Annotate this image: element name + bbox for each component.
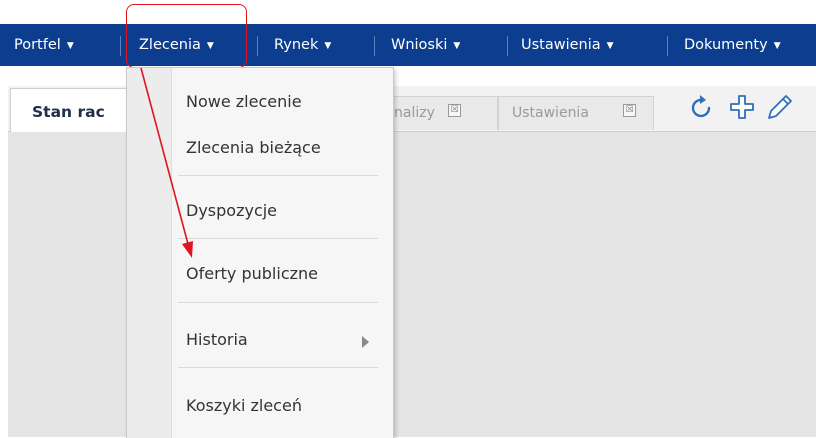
nav-item-label: Ustawienia: [521, 37, 601, 53]
menu-separator: [178, 238, 378, 239]
nav-separator: [120, 36, 121, 56]
close-icon[interactable]: ☒: [623, 104, 636, 117]
tab-label: nalizy: [394, 105, 435, 121]
menu-item-historia[interactable]: Historia: [186, 330, 248, 349]
menu-item-koszyki-zlecen[interactable]: Koszyki zleceń: [186, 396, 302, 415]
menu-item-dyspozycje[interactable]: Dyspozycje: [186, 201, 277, 220]
nav-item-dokumenty[interactable]: Dokumenty ▼: [684, 24, 781, 66]
chevron-down-icon: ▼: [606, 41, 614, 51]
menu-separator: [178, 175, 378, 176]
nav-item-ustawienia[interactable]: Ustawienia ▼: [521, 24, 614, 66]
chevron-down-icon: ▼: [773, 41, 781, 51]
active-menu-highlight: [126, 4, 247, 68]
chevron-down-icon: ▼: [324, 41, 332, 51]
tab-label: Ustawienia: [512, 105, 589, 121]
nav-item-label: Dokumenty: [684, 37, 768, 53]
menu-item-oferty-publiczne[interactable]: Oferty publiczne: [186, 264, 318, 283]
nav-separator: [667, 36, 668, 56]
nav-item-wnioski[interactable]: Wnioski ▼: [391, 24, 460, 66]
menu-item-zlecenia-biezace[interactable]: Zlecenia bieżące: [186, 138, 321, 157]
refresh-icon[interactable]: [687, 92, 717, 122]
menu-separator: [178, 367, 378, 368]
close-icon[interactable]: ☒: [448, 104, 461, 117]
nav-item-label: Rynek: [274, 37, 319, 53]
nav-separator: [257, 36, 258, 56]
menu-separator: [178, 302, 378, 303]
submenu-arrow-icon: [362, 336, 369, 348]
nav-item-portfel[interactable]: Portfel ▼: [14, 24, 74, 66]
nav-separator: [507, 36, 508, 56]
nav-item-label: Portfel: [14, 37, 61, 53]
nav-item-rynek[interactable]: Rynek ▼: [274, 24, 331, 66]
zlecenia-dropdown-menu: [126, 67, 394, 438]
chevron-down-icon: ▼: [453, 41, 461, 51]
menu-icon-strip: [127, 68, 172, 438]
chevron-down-icon: ▼: [66, 41, 74, 51]
add-cross-icon[interactable]: [727, 92, 757, 122]
tab-label: Stan rac: [32, 103, 105, 121]
menu-item-nowe-zlecenie[interactable]: Nowe zlecenie: [186, 92, 302, 111]
pencil-icon[interactable]: [765, 92, 795, 122]
nav-item-label: Wnioski: [391, 37, 448, 53]
nav-separator: [374, 36, 375, 56]
